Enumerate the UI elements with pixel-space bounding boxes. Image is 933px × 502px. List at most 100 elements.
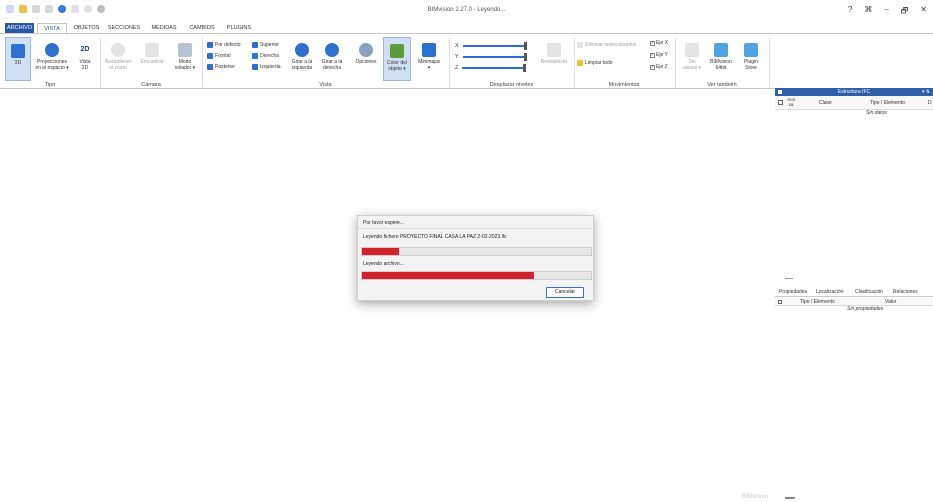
separator: [100, 38, 101, 88]
separator: [449, 38, 450, 88]
col-activa[interactable]: Acti va: [786, 97, 796, 107]
plane-icon: [178, 43, 192, 57]
checkbox-icon: ✓: [650, 40, 655, 46]
projections-button[interactable]: Proyecciones en el espacio ▾: [34, 37, 70, 71]
rotate-right-icon: [325, 43, 339, 57]
slider-y[interactable]: Y: [455, 53, 527, 61]
tab-propiedades[interactable]: Propiedades: [779, 289, 807, 295]
cancel-button[interactable]: Cancelar: [546, 287, 584, 298]
fit-button[interactable]: Encuadrar: [136, 37, 168, 65]
title-bar: BIMvision 2.27.0 - Leyendo... ? ⌘ – 🗗 ✕: [0, 0, 933, 22]
window-title: BIMvision 2.27.0 - Leyendo...: [427, 7, 506, 13]
help-icon[interactable]: ?: [848, 5, 852, 19]
file-progress-bar: [361, 247, 592, 256]
fly-mode-button[interactable]: Modo volador ▾: [170, 37, 200, 71]
separator: [202, 38, 203, 88]
ifc-tree-area[interactable]: [775, 116, 933, 274]
separator: [769, 38, 770, 88]
rotate-left-icon: [295, 43, 309, 57]
panel-icon: [778, 90, 782, 94]
view-back-button[interactable]: Posterior: [207, 64, 235, 70]
slider-z[interactable]: Z: [455, 64, 527, 72]
props-table-header: Tipo / Elemento Valor: [775, 298, 933, 306]
checkbox-icon: ✓: [650, 52, 655, 58]
bimvision-64-button[interactable]: BIMvision 64bit: [707, 37, 735, 71]
paint-icon: [390, 44, 404, 58]
ifc-panel-header: Estructura IFC ▾ ⇅: [775, 88, 933, 96]
rotate-right-button[interactable]: Girar a la derecha: [318, 37, 346, 71]
delete-icon: [577, 42, 583, 48]
view-front-button[interactable]: Frontal: [207, 53, 231, 59]
grip-icon: [785, 278, 793, 279]
rotate-left-button[interactable]: Girar a la izquierda: [288, 37, 316, 71]
props-tabs: Propiedades Localización Clasificación R…: [775, 287, 933, 297]
gear-icon: [359, 43, 373, 57]
group-label-camara: Cámara: [141, 82, 161, 88]
view-right-button[interactable]: Derecha: [252, 53, 279, 59]
col-clase[interactable]: Clase: [819, 100, 832, 106]
eraser-icon: [577, 60, 583, 66]
view-top-button[interactable]: Superior: [252, 42, 279, 48]
group-label-tipo: Tipo: [44, 82, 56, 88]
plugin-store-button[interactable]: Plugin Store: [738, 37, 764, 71]
slider-x-track[interactable]: [462, 42, 527, 50]
reset-zoom-button[interactable]: Restablecer el zoom: [102, 37, 134, 71]
tab-relaciones[interactable]: Relaciones: [893, 289, 918, 295]
reading-archive-label: Leyendo archivo...: [363, 261, 404, 267]
restore-icon[interactable]: 🗗: [901, 5, 909, 19]
status-bar: BIMvision: [0, 493, 933, 502]
separator: [675, 38, 676, 88]
col-tipo-elemento[interactable]: Tipo / Elemento: [870, 100, 905, 106]
close-icon[interactable]: ✕: [920, 5, 927, 19]
map-icon: [422, 43, 436, 57]
cube-icon: [11, 44, 25, 58]
axis-z-checkbox[interactable]: ✓ Eje Z: [650, 64, 668, 70]
axis-x-checkbox[interactable]: ✓ Eje X: [650, 40, 668, 46]
back-view-icon: [207, 64, 213, 70]
table-icon: [778, 100, 783, 105]
scroll-indicator-icon: [785, 497, 795, 499]
clear-all-button[interactable]: Limpiar todo: [577, 60, 613, 66]
view-default-button[interactable]: Por defecto: [207, 42, 241, 48]
default-view-icon: [207, 42, 213, 48]
left-view-icon: [252, 64, 258, 70]
archive-progress-bar: [361, 271, 592, 280]
warnings-button[interactable]: Sin avisos ▾: [680, 37, 704, 71]
group-label-desplazar: Desplazar niveles: [489, 82, 534, 88]
options-button[interactable]: Opciones: [352, 37, 380, 65]
slider-z-track[interactable]: [462, 64, 527, 72]
group-label-ver: Ver también: [707, 82, 737, 88]
bimvision-logo-icon: [714, 43, 728, 57]
options-icon[interactable]: ⌘: [864, 5, 872, 19]
col-props-valor[interactable]: Valor: [885, 299, 896, 305]
right-view-icon: [252, 53, 258, 59]
3d-button[interactable]: 3D: [5, 37, 31, 81]
col-extra[interactable]: D: [928, 100, 932, 106]
object-color-button[interactable]: Color del objeto ▾: [383, 37, 411, 81]
props-area[interactable]: [775, 312, 933, 492]
checkbox-icon: ✓: [650, 64, 655, 70]
window-controls: ? ⌘ – 🗗 ✕: [848, 5, 927, 19]
panel-pin-icon[interactable]: ▾ ⇅: [922, 88, 930, 96]
top-view-icon: [252, 42, 258, 48]
view-left-button[interactable]: Izquierda: [252, 64, 281, 70]
slider-x[interactable]: X: [455, 42, 527, 50]
delete-selected-button[interactable]: Eliminar seleccionados: [577, 42, 636, 48]
slider-y-track[interactable]: [462, 53, 527, 61]
view-2d-button[interactable]: 2D Vista 2D: [73, 37, 97, 71]
front-view-icon: [207, 53, 213, 59]
fit-icon: [145, 43, 159, 57]
tab-localizacion[interactable]: Localización: [816, 289, 844, 295]
minimize-icon[interactable]: –: [884, 5, 888, 19]
col-props-tipo[interactable]: Tipo / Elemento: [800, 299, 835, 305]
axis-y-checkbox[interactable]: ✓ Eje Y: [650, 52, 668, 58]
dialog-title: Por favor espere...: [363, 220, 405, 226]
file-progress-fill: [362, 248, 399, 255]
splitter[interactable]: [775, 277, 933, 280]
bimvision-watermark: BIMvision: [742, 494, 769, 500]
minimap-button[interactable]: Minimapa ▾: [414, 37, 444, 71]
group-label-vista: Vista: [319, 82, 332, 88]
ifc-table-header: Acti va Clase Tipo / Elemento D: [775, 96, 933, 110]
reset-levels-button[interactable]: Restablecer: [537, 37, 571, 65]
tab-clasificacion[interactable]: Clasificación: [855, 289, 883, 295]
